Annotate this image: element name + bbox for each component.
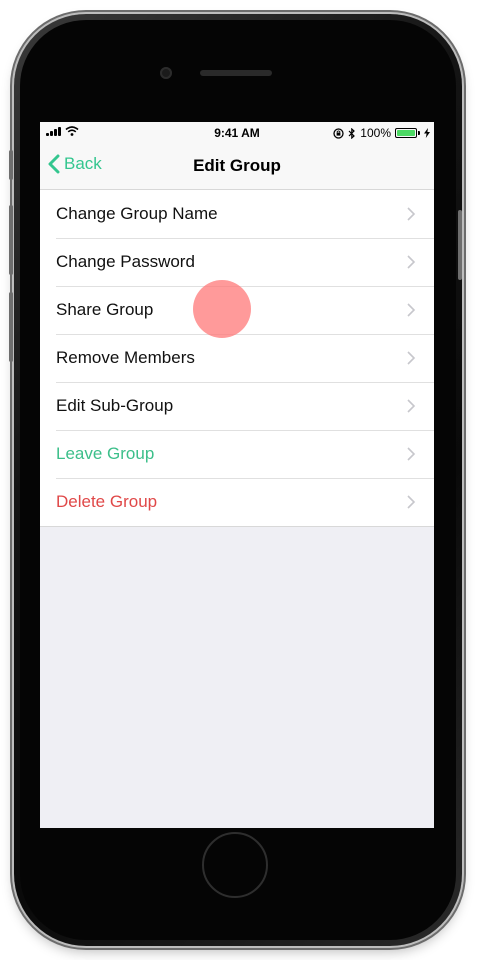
orientation-lock-icon [333,127,344,139]
volume-up-button [9,205,13,275]
status-right: 100% [333,126,430,140]
battery-icon [395,128,420,138]
front-camera [160,67,172,79]
menu-item-remove-members[interactable]: Remove Members [40,334,434,382]
battery-level-fill [397,130,415,136]
chevron-right-icon [407,255,416,269]
power-button [458,210,462,280]
mute-switch [9,150,13,180]
menu-item-label: Remove Members [56,348,195,367]
menu-item-label: Edit Sub-Group [56,396,174,415]
menu-item-label: Leave Group [56,444,155,463]
settings-menu-list: Change Group Name Change Password Share … [40,190,434,527]
menu-item-leave-group[interactable]: Leave Group [40,430,434,478]
chevron-right-icon [407,447,416,461]
menu-item-label: Change Password [56,252,195,271]
charging-bolt-icon [424,128,430,138]
chevron-right-icon [407,303,416,317]
chevron-right-icon [407,495,416,509]
home-button[interactable] [202,832,268,898]
menu-item-edit-sub-group[interactable]: Edit Sub-Group [40,382,434,430]
navigation-bar: Back Edit Group [40,144,434,190]
menu-item-label: Change Group Name [56,204,218,223]
menu-item-change-group-name[interactable]: Change Group Name [40,190,434,238]
page-title: Edit Group [193,156,281,175]
battery-percent: 100% [360,126,391,140]
menu-item-change-password[interactable]: Change Password [40,238,434,286]
earpiece-speaker [200,70,272,76]
chevron-right-icon [407,351,416,365]
status-bar: 9:41 AM 100% [40,122,434,144]
bluetooth-icon [348,127,356,139]
chevron-right-icon [407,207,416,221]
chevron-right-icon [407,399,416,413]
screen: 9:41 AM 100% Back Edit Group Change Grou… [40,122,434,828]
volume-down-button [9,292,13,362]
menu-item-label: Delete Group [56,492,158,511]
touch-indicator [193,280,251,338]
menu-item-delete-group[interactable]: Delete Group [40,478,434,526]
menu-item-label: Share Group [56,300,154,319]
